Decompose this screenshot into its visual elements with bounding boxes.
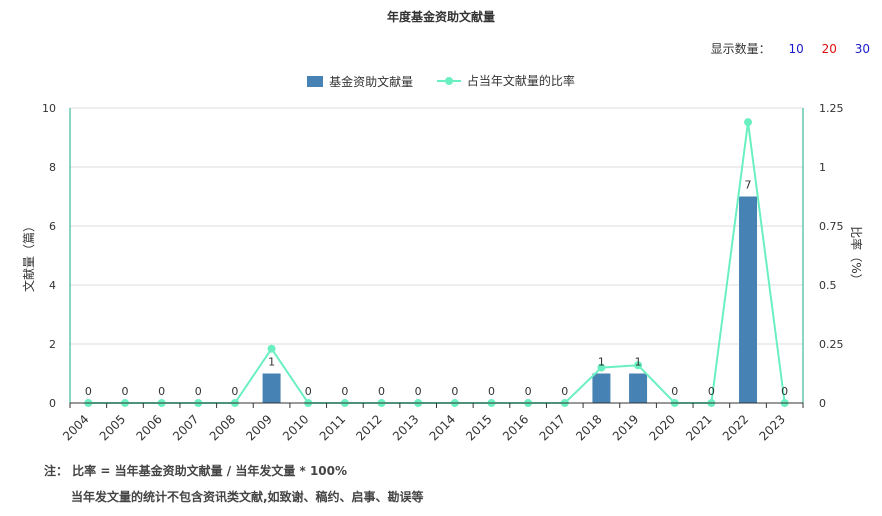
- y-axis-right-title: 比率（%）: [849, 226, 864, 285]
- bar[interactable]: [592, 373, 611, 404]
- y-tick-left-label: 8: [49, 161, 56, 174]
- bar-value-label: 1: [268, 356, 275, 369]
- ratio-point[interactable]: [267, 344, 276, 353]
- note-exclusion: 当年发文量的统计不包含资讯类文献,如致谢、稿约、启事、勘误等: [71, 490, 424, 504]
- y-tick-right-label: 0.75: [819, 220, 844, 233]
- x-tick-label: 2011: [317, 412, 348, 443]
- bar-value-label: 0: [671, 385, 678, 398]
- bar-value-label: 0: [451, 385, 458, 398]
- y-tick-left-label: 2: [49, 338, 56, 351]
- x-tick-label: 2014: [427, 412, 458, 443]
- bar[interactable]: [262, 373, 281, 404]
- y-axis-left-title: 文献量（篇）: [21, 220, 36, 292]
- x-tick-label: 2020: [647, 412, 678, 443]
- y-tick-left-label: 0: [49, 397, 56, 410]
- y-tick-right-label: 1: [819, 161, 826, 174]
- ratio-point[interactable]: [744, 118, 753, 127]
- x-tick-label: 2008: [207, 412, 238, 443]
- y-tick-left-label: 4: [49, 279, 56, 292]
- x-tick-label: 2015: [463, 412, 494, 443]
- bar-value-label: 0: [525, 385, 532, 398]
- y-tick-right-label: 0: [819, 397, 826, 410]
- bar-value-label: 1: [598, 356, 605, 369]
- y-tick-right-label: 0.25: [819, 338, 844, 351]
- bar-value-label: 0: [231, 385, 238, 398]
- bar-value-label: 0: [305, 385, 312, 398]
- x-tick-label: 2006: [133, 412, 164, 443]
- ratio-line: [88, 122, 786, 404]
- x-tick-label: 2004: [60, 412, 91, 443]
- bar-value-label: 0: [488, 385, 495, 398]
- bar[interactable]: [629, 373, 648, 404]
- bar-value-label: 0: [85, 385, 92, 398]
- x-tick-label: 2016: [500, 412, 531, 443]
- y-tick-right-label: 1.25: [819, 102, 844, 115]
- x-tick-label: 2021: [683, 412, 714, 443]
- x-tick-label: 2022: [720, 412, 751, 443]
- note-ratio-formula: 注： 比率 = 当年基金资助文献量 / 当年发文量 * 100%: [44, 464, 348, 478]
- bar-value-label: 1: [635, 356, 642, 369]
- chart-plot: 024681000.250.50.7511.252004 2005 2006 2007…: [21, 102, 864, 444]
- bar-value-label: 7: [745, 179, 752, 192]
- chart-notes: 注： 比率 = 当年基金资助文献量 / 当年发文量 * 100% 当年发文量的统…: [44, 462, 424, 505]
- x-tick-label: 2010: [280, 412, 311, 443]
- x-tick-label: 2017: [537, 412, 568, 443]
- bar-value-label: 0: [781, 385, 788, 398]
- x-tick-label: 2023: [756, 412, 787, 443]
- bar-value-label: 0: [121, 385, 128, 398]
- bar-value-label: 0: [158, 385, 165, 398]
- y-tick-left-label: 6: [49, 220, 56, 233]
- y-tick-right-label: 0.5: [819, 279, 837, 292]
- x-tick-label: 2019: [610, 412, 641, 443]
- x-tick-label: 2012: [353, 412, 384, 443]
- y-tick-left-label: 10: [42, 102, 56, 115]
- bar-value-label: 0: [195, 385, 202, 398]
- bar-value-label: 0: [378, 385, 385, 398]
- x-tick-label: 2005: [97, 412, 128, 443]
- x-tick-label: 2009: [243, 412, 274, 443]
- x-tick-label: 2018: [573, 412, 604, 443]
- bar-value-label: 0: [561, 385, 568, 398]
- bar-value-label: 0: [415, 385, 422, 398]
- x-tick-label: 2007: [170, 412, 201, 443]
- bar[interactable]: [739, 196, 758, 404]
- bar-value-label: 0: [708, 385, 715, 398]
- bar-value-label: 0: [341, 385, 348, 398]
- x-tick-label: 2013: [390, 412, 421, 443]
